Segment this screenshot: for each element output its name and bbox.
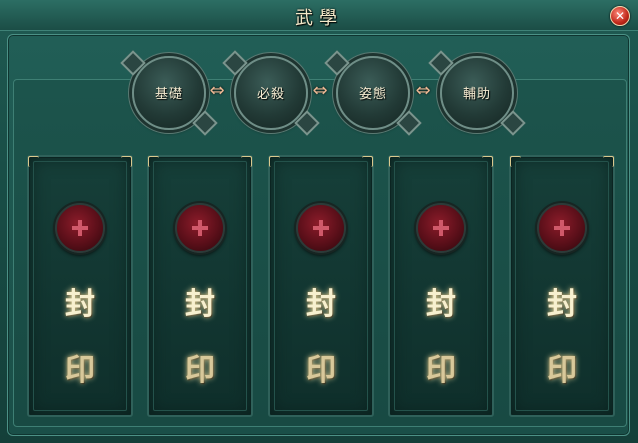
seal-text: 封 bbox=[426, 287, 456, 322]
cross-icon bbox=[192, 220, 208, 236]
skill-slot[interactable]: 封 印 bbox=[509, 155, 615, 417]
switch-arrow-icon: ⇔ bbox=[312, 80, 328, 101]
seal-orb-icon bbox=[55, 203, 105, 253]
martial-arts-window: 武學 ✕ 基礎 ⇔ 必殺 ⇔ 姿態 ⇔ 輔助 封 印 封 印 封 印 封 印 封… bbox=[0, 0, 638, 443]
tab-label: 輔助 bbox=[462, 87, 491, 102]
cross-icon bbox=[433, 220, 449, 236]
corner-ornament bbox=[389, 156, 400, 167]
tab-basic[interactable]: 基礎 bbox=[132, 56, 206, 130]
corner-ornament bbox=[603, 156, 614, 167]
seal-text: 印 bbox=[426, 353, 456, 388]
seal-text: 封 bbox=[306, 287, 336, 322]
tab-label: 姿態 bbox=[358, 87, 387, 102]
corner-ornament bbox=[269, 156, 280, 167]
skill-slot[interactable]: 封 印 bbox=[147, 155, 253, 417]
skill-slot[interactable]: 封 印 bbox=[268, 155, 374, 417]
seal-text: 印 bbox=[185, 353, 215, 388]
tab-label: 必殺 bbox=[256, 87, 285, 102]
title-bar: 武學 ✕ bbox=[0, 0, 638, 31]
window-title: 武學 bbox=[295, 8, 343, 29]
seal-text: 印 bbox=[65, 353, 95, 388]
corner-ornament bbox=[241, 156, 252, 167]
category-tabs: 基礎 ⇔ 必殺 ⇔ 姿態 ⇔ 輔助 bbox=[0, 52, 638, 137]
cross-icon bbox=[554, 220, 570, 236]
corner-ornament bbox=[482, 156, 493, 167]
switch-arrow-icon: ⇔ bbox=[415, 80, 431, 101]
tab-ultimate[interactable]: 必殺 bbox=[234, 56, 308, 130]
seal-text: 封 bbox=[185, 287, 215, 322]
tab-label: 基礎 bbox=[154, 87, 183, 102]
seal-orb-icon bbox=[296, 203, 346, 253]
skill-slot[interactable]: 封 印 bbox=[388, 155, 494, 417]
cross-icon bbox=[313, 220, 329, 236]
tab-support[interactable]: 輔助 bbox=[440, 56, 514, 130]
corner-ornament bbox=[148, 156, 159, 167]
tab-stance[interactable]: 姿態 bbox=[336, 56, 410, 130]
cross-icon bbox=[72, 220, 88, 236]
seal-orb-icon bbox=[416, 203, 466, 253]
seal-text: 封 bbox=[65, 287, 95, 322]
skill-slot[interactable]: 封 印 bbox=[27, 155, 133, 417]
seal-text: 印 bbox=[306, 353, 336, 388]
corner-ornament bbox=[510, 156, 521, 167]
close-button[interactable]: ✕ bbox=[610, 6, 630, 26]
corner-ornament bbox=[362, 156, 373, 167]
seal-text: 封 bbox=[547, 287, 577, 322]
corner-ornament bbox=[28, 156, 39, 167]
seal-orb-icon bbox=[537, 203, 587, 253]
switch-arrow-icon: ⇔ bbox=[209, 80, 225, 101]
seal-orb-icon bbox=[175, 203, 225, 253]
corner-ornament bbox=[121, 156, 132, 167]
seal-text: 印 bbox=[547, 353, 577, 388]
